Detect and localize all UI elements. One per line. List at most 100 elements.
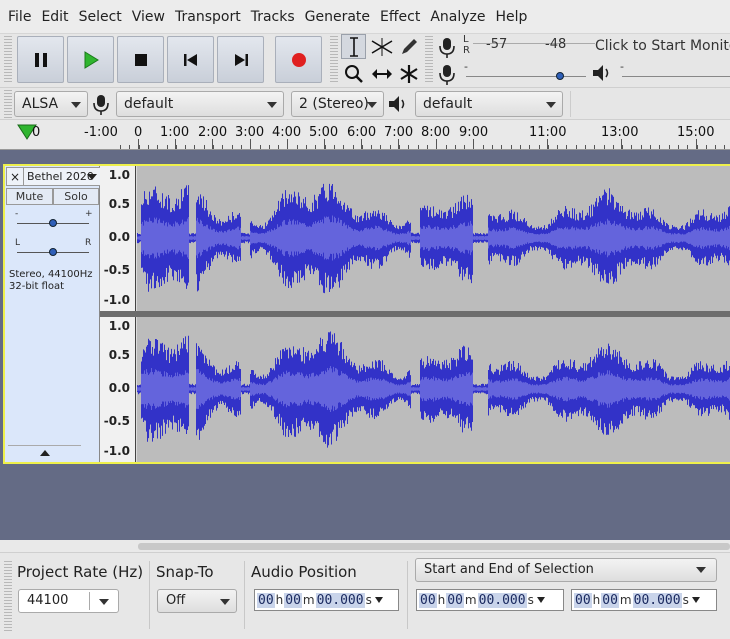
audio-track[interactable]: × Bethel 2020 Mute Solo - + L R Stereo, … [3, 164, 730, 464]
record-button[interactable] [275, 36, 322, 83]
menu-analyze[interactable]: Analyze [425, 0, 490, 34]
ruler-tick [297, 145, 298, 149]
start-monitoring-label[interactable]: Click to Start Monitoring [595, 38, 730, 54]
ruler-tick [129, 145, 130, 149]
toolbar-divider [570, 91, 571, 117]
selection-end-time[interactable]: 00 h 00 m 00.000 s [571, 589, 717, 611]
transport-toolbar: L R -57 -48 Click to Start Monitoring - … [0, 34, 730, 88]
track-collapse-button[interactable] [8, 445, 81, 460]
ruler-tick [529, 145, 530, 149]
track-info: Stereo, 44100Hz 32-bit float [9, 269, 93, 293]
ruler-major-tick [138, 139, 139, 149]
envelope-icon [371, 37, 392, 56]
ruler-tick [343, 145, 344, 149]
chevron-down-icon[interactable] [536, 597, 545, 603]
audio-host-select[interactable]: ALSA [14, 91, 88, 117]
envelope-tool[interactable] [369, 34, 394, 59]
ruler-tick [724, 145, 725, 149]
pencil-icon [401, 38, 417, 54]
ruler-major-tick [473, 139, 474, 149]
chevron-down-icon [367, 102, 377, 108]
amplitude-label: 0.5 [108, 197, 130, 211]
multi-tool[interactable] [396, 61, 421, 86]
recording-channels-select[interactable]: 2 (Stereo) [291, 91, 384, 117]
gain-minus-label: - [15, 209, 19, 219]
time-shift-tool[interactable] [369, 61, 394, 86]
toolbar-grip[interactable] [330, 36, 338, 84]
playback-device-select[interactable]: default [415, 91, 563, 117]
ruler-tick [548, 145, 549, 149]
meter-scale-57: -57 [486, 37, 508, 52]
speaker-icon [389, 96, 405, 112]
menu-edit[interactable]: Edit [36, 0, 73, 34]
chevron-down-icon [99, 599, 109, 605]
record-volume-minus: - [464, 60, 468, 73]
selection-start-time[interactable]: 00 h 00 m 00.000 s [416, 589, 564, 611]
toolbar-grip[interactable] [4, 561, 12, 631]
project-rate-select[interactable]: 44100 [18, 589, 119, 613]
playback-volume-minus: - [620, 60, 624, 73]
mute-button[interactable]: Mute [6, 188, 53, 205]
ruler-label: 0 [134, 125, 143, 140]
record-volume-slider-track[interactable] [466, 76, 586, 77]
toolbar-grip[interactable] [425, 36, 433, 84]
pan-left-label: L [15, 238, 21, 248]
play-button[interactable] [67, 36, 114, 83]
selection-mode-select[interactable]: Start and End of Selection [415, 558, 717, 582]
speaker-icon [593, 65, 609, 81]
playback-device-value: default [423, 96, 473, 112]
stop-button[interactable] [117, 36, 164, 83]
waveform-left-channel[interactable] [137, 166, 730, 311]
skip-to-start-button[interactable] [167, 36, 214, 83]
skip-end-icon [234, 53, 248, 66]
menu-select[interactable]: Select [74, 0, 127, 34]
chevron-down-icon [220, 599, 230, 605]
horizontal-scrollbar[interactable] [138, 543, 730, 550]
ruler-tick [167, 145, 168, 149]
menu-help[interactable]: Help [491, 0, 533, 34]
selection-tool[interactable] [341, 34, 366, 59]
ruler-tick [539, 145, 540, 149]
amplitude-label: 1.0 [108, 168, 130, 182]
track-name-menu[interactable]: Bethel 2020 [24, 167, 101, 186]
ruler-tick [232, 145, 233, 149]
ruler-major-tick [212, 139, 213, 149]
ruler-major-tick [621, 139, 622, 149]
menu-effect[interactable]: Effect [375, 0, 425, 34]
amplitude-label: 0.0 [108, 230, 130, 244]
vertical-ruler-right[interactable]: 1.0 0.5 0.0 -0.5 -1.0 [100, 317, 136, 462]
solo-button[interactable]: Solo [53, 188, 99, 205]
ruler-tick [594, 145, 595, 149]
chevron-down-icon[interactable] [374, 597, 383, 603]
pause-button[interactable] [17, 36, 64, 83]
record-volume-slider-thumb[interactable] [555, 72, 564, 80]
track-format: Stereo, 44100Hz [9, 269, 93, 280]
pan-slider-thumb[interactable] [49, 248, 57, 256]
recording-device-select[interactable]: default [116, 91, 284, 117]
chevron-up-icon [39, 450, 50, 456]
skip-to-end-button[interactable] [217, 36, 264, 83]
chevron-down-icon[interactable] [691, 597, 700, 603]
draw-tool[interactable] [396, 34, 421, 59]
menu-generate[interactable]: Generate [300, 0, 375, 34]
track-close-button[interactable]: × [6, 167, 24, 186]
menu-transport[interactable]: Transport [170, 0, 246, 34]
ruler-tick [213, 145, 214, 149]
ruler-tick [371, 145, 372, 149]
toolbar-grip[interactable] [4, 36, 12, 84]
ruler-tick [659, 145, 660, 149]
vertical-ruler-left[interactable]: 1.0 0.5 0.0 -0.5 -1.0 [100, 166, 136, 311]
zoom-tool[interactable] [341, 61, 366, 86]
gain-slider-thumb[interactable] [49, 219, 57, 227]
waveform-right-channel[interactable] [137, 317, 730, 462]
menu-tracks[interactable]: Tracks [246, 0, 300, 34]
audio-position-time[interactable]: 00 h 00 m 00.000 s [254, 589, 399, 611]
menu-view[interactable]: View [127, 0, 170, 34]
track-panel[interactable]: × Bethel 2020 Mute Solo - + L R Stereo, … [0, 150, 730, 540]
menu-file[interactable]: File [3, 0, 36, 34]
ruler-tick [650, 145, 651, 149]
playback-volume-slider-track[interactable] [622, 76, 730, 77]
snap-to-select[interactable]: Off [157, 589, 237, 613]
timeline-ruler[interactable]: 0 -1:00 0 1:00 2:00 3:00 4:00 5:00 6:00 7:00 8:00 9… [0, 120, 730, 150]
toolbar-grip[interactable] [4, 90, 12, 118]
